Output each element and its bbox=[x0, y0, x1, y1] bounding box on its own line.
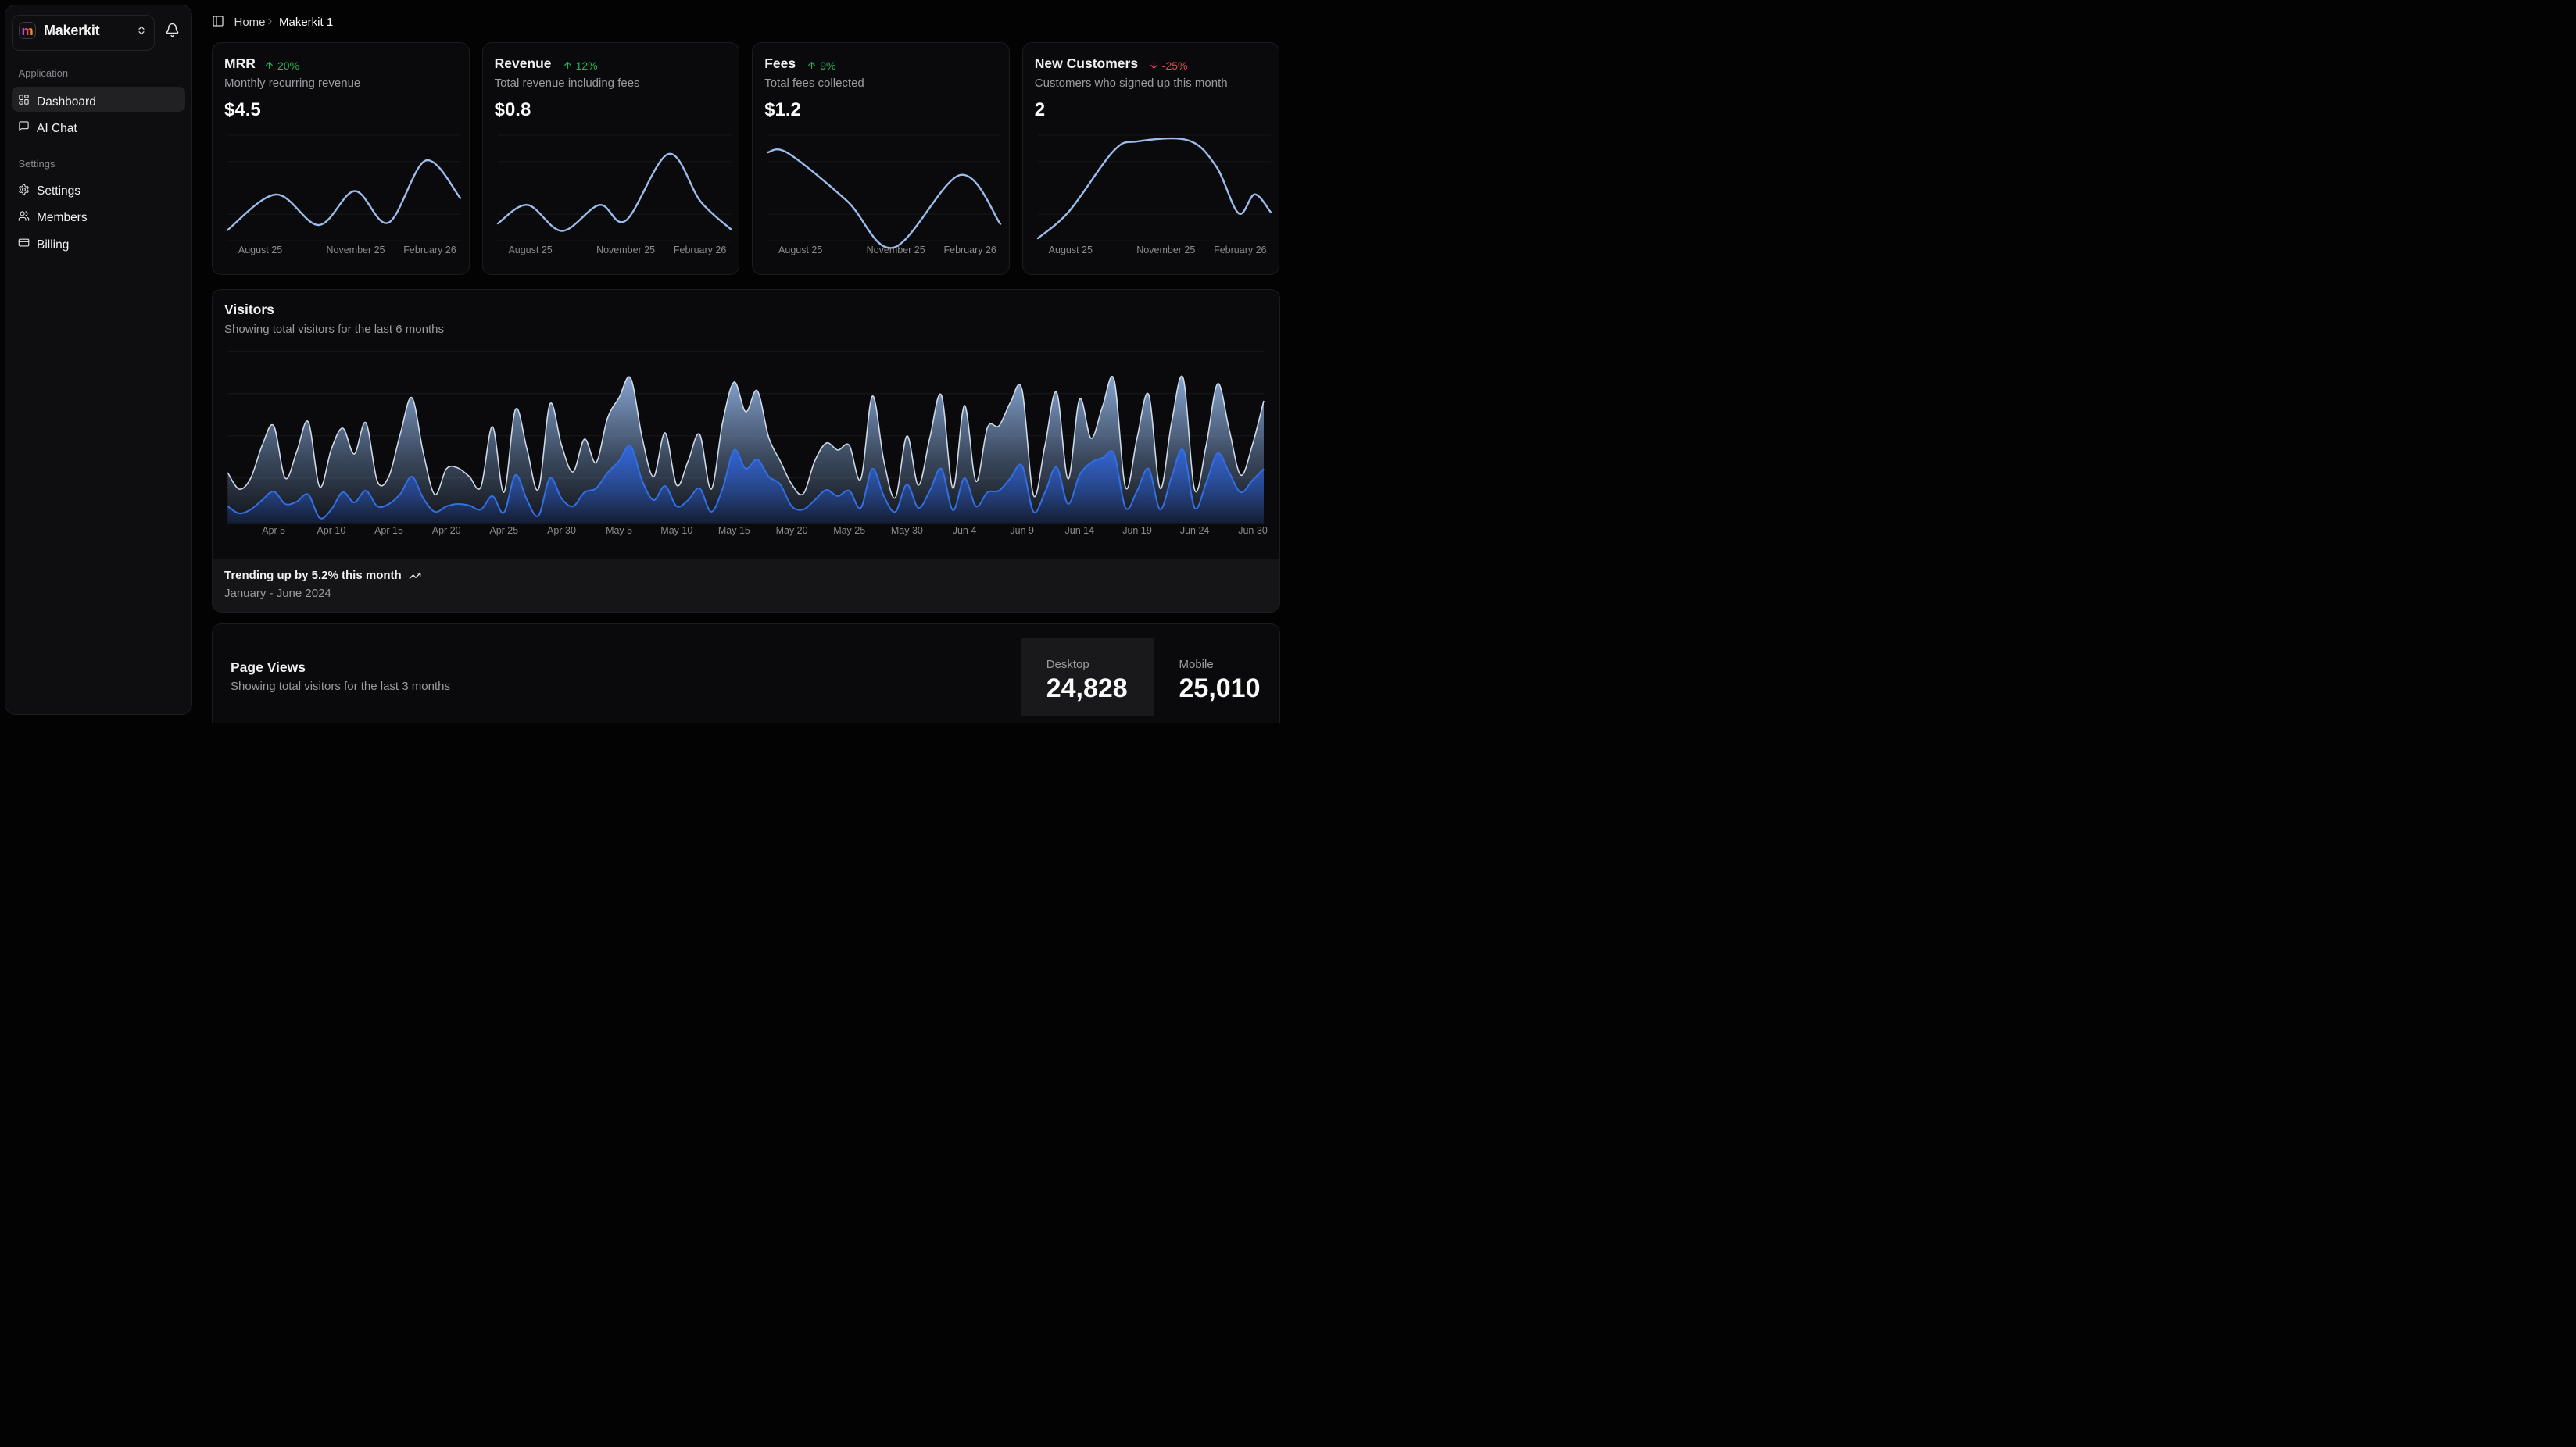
svg-text:m: m bbox=[21, 23, 33, 38]
